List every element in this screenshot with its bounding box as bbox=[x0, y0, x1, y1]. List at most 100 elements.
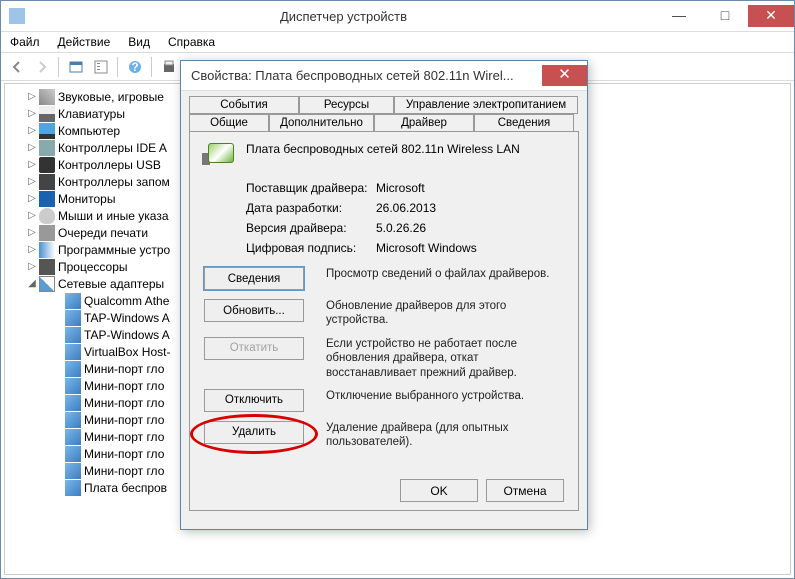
tree-item-label: Мини-порт гло bbox=[84, 464, 164, 478]
app-icon bbox=[9, 8, 25, 24]
network-adapter-icon bbox=[65, 327, 81, 343]
rollback-driver-button: Откатить bbox=[204, 337, 304, 360]
tree-item-label: Программные устро bbox=[58, 243, 170, 257]
device-icon bbox=[39, 89, 55, 105]
tree-item-label: Контроллеры USB bbox=[58, 158, 161, 172]
network-card-icon bbox=[204, 142, 236, 164]
network-adapter-icon bbox=[65, 344, 81, 360]
tree-item-label: VirtualBox Host- bbox=[84, 345, 170, 359]
network-adapter-icon bbox=[65, 463, 81, 479]
device-icon bbox=[39, 106, 55, 122]
tab-resources[interactable]: Ресурсы bbox=[299, 96, 394, 114]
uninstall-driver-desc: Удаление драйвера (для опытных пользоват… bbox=[326, 421, 564, 450]
device-icon bbox=[39, 191, 55, 207]
expander-icon[interactable]: ▷ bbox=[25, 125, 39, 136]
menu-action[interactable]: Действие bbox=[49, 33, 120, 51]
expander-icon[interactable]: ▷ bbox=[25, 244, 39, 255]
signature-value: Microsoft Windows bbox=[376, 241, 477, 255]
expander-icon[interactable]: ▷ bbox=[25, 176, 39, 187]
tree-item-label: Мини-порт гло bbox=[84, 447, 164, 461]
expander-icon[interactable]: ▷ bbox=[25, 108, 39, 119]
expander-icon[interactable]: ◢ bbox=[25, 278, 39, 289]
tree-item-label: Контроллеры запом bbox=[58, 175, 170, 189]
tab-events[interactable]: События bbox=[189, 96, 299, 114]
titlebar: Диспетчер устройств — □ ✕ bbox=[1, 1, 794, 32]
tree-item-label: TAP-Windows A bbox=[84, 311, 170, 325]
tree-item-label: Мониторы bbox=[58, 192, 115, 206]
date-value: 26.06.2013 bbox=[376, 201, 436, 215]
menu-view[interactable]: Вид bbox=[119, 33, 159, 51]
network-adapter-icon bbox=[65, 412, 81, 428]
tab-details[interactable]: Сведения bbox=[474, 114, 574, 131]
tab-driver[interactable]: Драйвер bbox=[374, 114, 474, 131]
minimize-button[interactable]: — bbox=[656, 5, 702, 27]
update-driver-desc: Обновление драйверов для этого устройств… bbox=[326, 299, 564, 328]
network-adapter-icon bbox=[65, 361, 81, 377]
svg-text:?: ? bbox=[131, 60, 138, 74]
tree-item-label: Компьютер bbox=[58, 124, 120, 138]
uninstall-driver-button[interactable]: Удалить bbox=[204, 421, 304, 444]
rollback-driver-desc: Если устройство не работает после обновл… bbox=[326, 337, 564, 380]
date-label: Дата разработки: bbox=[246, 201, 376, 215]
tree-item-label: TAP-Windows A bbox=[84, 328, 170, 342]
signature-label: Цифровая подпись: bbox=[246, 241, 376, 255]
expander-icon[interactable]: ▷ bbox=[25, 210, 39, 221]
network-adapter-icon bbox=[65, 429, 81, 445]
network-adapter-icon bbox=[65, 293, 81, 309]
tree-item-label: Мини-порт гло bbox=[84, 430, 164, 444]
disable-device-desc: Отключение выбранного устройства. bbox=[326, 389, 524, 403]
expander-icon[interactable]: ▷ bbox=[25, 91, 39, 102]
tab-power[interactable]: Управление электропитанием bbox=[394, 96, 578, 114]
menu-file[interactable]: Файл bbox=[1, 33, 49, 51]
network-adapter-icon bbox=[65, 480, 81, 496]
menubar: Файл Действие Вид Справка bbox=[1, 32, 794, 53]
device-icon bbox=[39, 242, 55, 258]
tree-item-label: Мини-порт гло bbox=[84, 413, 164, 427]
tree-item-label: Мыши и иные указа bbox=[58, 209, 169, 223]
tree-item-label: Сетевые адаптеры bbox=[58, 277, 164, 291]
tree-item-label: Мини-порт гло bbox=[84, 362, 164, 376]
menu-help[interactable]: Справка bbox=[159, 33, 224, 51]
cancel-button[interactable]: Отмена bbox=[486, 479, 564, 502]
show-hide-button[interactable] bbox=[64, 55, 87, 78]
expander-icon[interactable]: ▷ bbox=[25, 261, 39, 272]
expander-icon[interactable]: ▷ bbox=[25, 142, 39, 153]
expander-icon[interactable]: ▷ bbox=[25, 159, 39, 170]
device-icon bbox=[39, 259, 55, 275]
disable-device-button[interactable]: Отключить bbox=[204, 389, 304, 412]
device-icon bbox=[39, 157, 55, 173]
network-adapter-icon bbox=[65, 310, 81, 326]
scan-icon[interactable] bbox=[157, 55, 180, 78]
provider-label: Поставщик драйвера: bbox=[246, 181, 376, 195]
tree-item-label: Плата беспров bbox=[84, 481, 167, 495]
network-adapter-icon bbox=[65, 378, 81, 394]
close-button[interactable]: ✕ bbox=[748, 5, 794, 27]
help-icon[interactable]: ? bbox=[123, 55, 146, 78]
tree-item-label: Мини-порт гло bbox=[84, 379, 164, 393]
driver-tab-body: Плата беспроводных сетей 802.11n Wireles… bbox=[189, 131, 579, 511]
tree-item-label: Очереди печати bbox=[58, 226, 148, 240]
properties-dialog: Свойства: Плата беспроводных сетей 802.1… bbox=[180, 60, 588, 530]
tree-item-label: Клавиатуры bbox=[58, 107, 125, 121]
maximize-button[interactable]: □ bbox=[702, 5, 748, 27]
version-label: Версия драйвера: bbox=[246, 221, 376, 235]
network-adapter-icon bbox=[65, 395, 81, 411]
dialog-title: Свойства: Плата беспроводных сетей 802.1… bbox=[181, 68, 542, 83]
update-driver-button[interactable]: Обновить... bbox=[204, 299, 304, 322]
device-icon bbox=[39, 123, 55, 139]
tree-item-label: Qualcomm Athe bbox=[84, 294, 169, 308]
properties-icon[interactable] bbox=[89, 55, 112, 78]
forward-button[interactable] bbox=[30, 55, 53, 78]
tab-advanced[interactable]: Дополнительно bbox=[269, 114, 374, 131]
ok-button[interactable]: OK bbox=[400, 479, 478, 502]
expander-icon[interactable]: ▷ bbox=[25, 227, 39, 238]
device-name: Плата беспроводных сетей 802.11n Wireles… bbox=[246, 142, 520, 156]
version-value: 5.0.26.26 bbox=[376, 221, 426, 235]
expander-icon[interactable]: ▷ bbox=[25, 193, 39, 204]
back-button[interactable] bbox=[5, 55, 28, 78]
driver-details-button[interactable]: Сведения bbox=[204, 267, 304, 290]
device-icon bbox=[39, 140, 55, 156]
tab-general[interactable]: Общие bbox=[189, 114, 269, 131]
dialog-titlebar: Свойства: Плата беспроводных сетей 802.1… bbox=[181, 61, 587, 91]
dialog-close-button[interactable]: ✕ bbox=[542, 65, 587, 86]
